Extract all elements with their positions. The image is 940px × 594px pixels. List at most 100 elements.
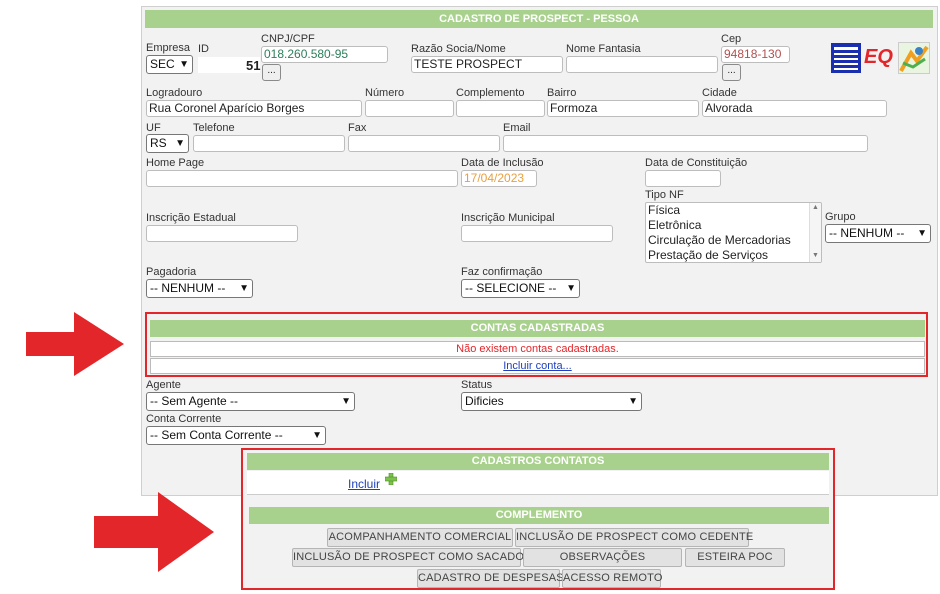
pagadoria-label: Pagadoria: [146, 266, 197, 278]
cidade-input[interactable]: Alvorada: [702, 100, 887, 117]
complemento-header: COMPLEMENTO: [249, 507, 829, 524]
listbox-scrollbar[interactable]: ▲ ▼: [809, 203, 821, 262]
chevron-down-icon: ▼: [239, 283, 249, 294]
numero-input[interactable]: [365, 100, 454, 117]
data-inclusao-label: Data de Inclusão: [461, 157, 544, 169]
status-value: Dificies: [465, 394, 504, 408]
contas-include-row: Incluir conta...: [150, 358, 925, 374]
contatos-header: CADASTROS CONTATOS: [247, 453, 829, 470]
inscricao-municipal-input[interactable]: [461, 225, 613, 242]
inclusao-sacado-button[interactable]: INCLUSÃO DE PROSPECT COMO SACADO: [292, 548, 524, 567]
chevron-down-icon: ▼: [312, 430, 322, 441]
cnpj-input[interactable]: 018.260.580-95: [261, 46, 388, 63]
faz-confirmacao-value: -- SELECIONE --: [465, 281, 557, 295]
razao-label: Razão Socia/Nome: [411, 43, 506, 55]
fantasia-label: Nome Fantasia: [566, 43, 641, 55]
tipo-nf-option[interactable]: Eletrônica: [646, 218, 821, 233]
chevron-down-icon: ▼: [566, 283, 576, 294]
map-logo: [898, 42, 930, 74]
cnpj-lookup-button[interactable]: ...: [262, 64, 281, 81]
pagadoria-select[interactable]: -- NENHUM -- ▼: [146, 279, 253, 298]
email-input[interactable]: [503, 135, 868, 152]
acompanhamento-comercial-button[interactable]: ACOMPANHAMENTO COMERCIAL: [327, 528, 513, 547]
eq-logo: EQ: [864, 46, 893, 68]
grupo-value: -- NENHUM --: [829, 226, 905, 240]
empresa-select[interactable]: SEC ▼: [146, 55, 193, 74]
conta-corrente-value: -- Sem Conta Corrente --: [150, 428, 283, 442]
agente-select[interactable]: -- Sem Agente -- ▼: [146, 392, 355, 411]
inscricao-municipal-label: Inscrição Municipal: [461, 212, 555, 224]
logradouro-label: Logradouro: [146, 87, 203, 99]
scroll-up-icon[interactable]: ▲: [810, 203, 821, 213]
conta-corrente-select[interactable]: -- Sem Conta Corrente -- ▼: [146, 426, 326, 445]
faz-confirmacao-label: Faz confirmação: [461, 266, 543, 278]
telefone-input[interactable]: [193, 135, 345, 152]
uf-value: RS: [150, 136, 167, 150]
observacoes-button[interactable]: OBSERVAÇÕES: [523, 548, 682, 567]
acesso-remoto-button[interactable]: ACESSO REMOTO: [562, 569, 662, 588]
tipo-nf-option[interactable]: Circulação de Mercadorias: [646, 233, 821, 248]
map-logo-graphic: [899, 45, 929, 72]
inscricao-estadual-input[interactable]: [146, 225, 298, 242]
pagadoria-value: -- NENHUM --: [150, 281, 226, 295]
include-conta-link[interactable]: Incluir conta...: [503, 360, 571, 372]
form-header: CADASTRO DE PROSPECT - PESSOA: [145, 10, 933, 28]
sefaz-logo-graphic: [834, 47, 858, 70]
contas-header: CONTAS CADASTRADAS: [150, 320, 925, 337]
fax-input[interactable]: [348, 135, 500, 152]
fax-label: Fax: [348, 122, 367, 134]
cep-label: Cep: [721, 33, 742, 45]
data-constituicao-label: Data de Constituição: [645, 157, 748, 169]
complemento-input[interactable]: [456, 100, 545, 117]
bairro-label: Bairro: [547, 87, 577, 99]
faz-confirmacao-select[interactable]: -- SELECIONE -- ▼: [461, 279, 580, 298]
agente-value: -- Sem Agente --: [150, 394, 239, 408]
chevron-down-icon: ▼: [179, 59, 189, 70]
numero-label: Número: [365, 87, 405, 99]
status-select[interactable]: Dificies ▼: [461, 392, 642, 411]
telefone-label: Telefone: [193, 122, 235, 134]
conta-corrente-label: Conta Corrente: [146, 413, 222, 425]
cep-input[interactable]: 94818-130: [721, 46, 790, 63]
homepage-label: Home Page: [146, 157, 205, 169]
plus-icon[interactable]: [384, 472, 398, 486]
right-arrow-icon: [94, 492, 214, 572]
cnpj-label: CNPJ/CPF: [261, 33, 315, 45]
right-arrow-icon: [26, 312, 124, 376]
logradouro-input[interactable]: Rua Coronel Aparício Borges: [146, 100, 362, 117]
status-label: Status: [461, 379, 493, 391]
homepage-input[interactable]: [146, 170, 458, 187]
cidade-label: Cidade: [702, 87, 737, 99]
razao-input[interactable]: TESTE PROSPECT: [411, 56, 563, 73]
chevron-down-icon: ▼: [341, 396, 351, 407]
contatos-area: [247, 471, 829, 495]
cadastro-despesas-button[interactable]: CADASTRO DE DESPESAS: [417, 569, 564, 588]
fantasia-input[interactable]: [566, 56, 718, 73]
chevron-down-icon: ▼: [917, 228, 927, 239]
contas-empty-row: Não existem contas cadastradas.: [150, 341, 925, 357]
bairro-input[interactable]: Formoza: [547, 100, 699, 117]
tipo-nf-listbox[interactable]: Física Eletrônica Circulação de Mercador…: [645, 202, 822, 263]
id-label: ID: [198, 43, 209, 55]
empresa-value: SEC: [150, 57, 175, 71]
inscricao-estadual-label: Inscrição Estadual: [146, 212, 236, 224]
esteira-poc-button[interactable]: ESTEIRA POC: [685, 548, 785, 567]
tipo-nf-option[interactable]: Física: [646, 203, 821, 218]
tipo-nf-option[interactable]: Prestação de Serviços: [646, 248, 821, 262]
email-label: Email: [503, 122, 531, 134]
cep-lookup-button[interactable]: ...: [722, 64, 741, 81]
grupo-select[interactable]: -- NENHUM -- ▼: [825, 224, 931, 243]
complemento-label: Complemento: [456, 87, 525, 99]
chevron-down-icon: ▼: [628, 396, 638, 407]
uf-select[interactable]: RS ▼: [146, 134, 189, 153]
scroll-down-icon[interactable]: ▼: [810, 251, 821, 261]
empresa-label: Empresa: [146, 42, 191, 54]
grupo-label: Grupo: [825, 211, 856, 223]
data-constituicao-input[interactable]: [645, 170, 721, 187]
data-inclusao-input[interactable]: 17/04/2023: [461, 170, 537, 187]
inclusao-cedente-button[interactable]: INCLUSÃO DE PROSPECT COMO CEDENTE: [515, 528, 753, 547]
sefaz-logo: [831, 43, 861, 73]
id-value: 51: [246, 58, 261, 73]
include-contato-link[interactable]: Incluir: [348, 477, 380, 491]
chevron-down-icon: ▼: [175, 138, 185, 149]
